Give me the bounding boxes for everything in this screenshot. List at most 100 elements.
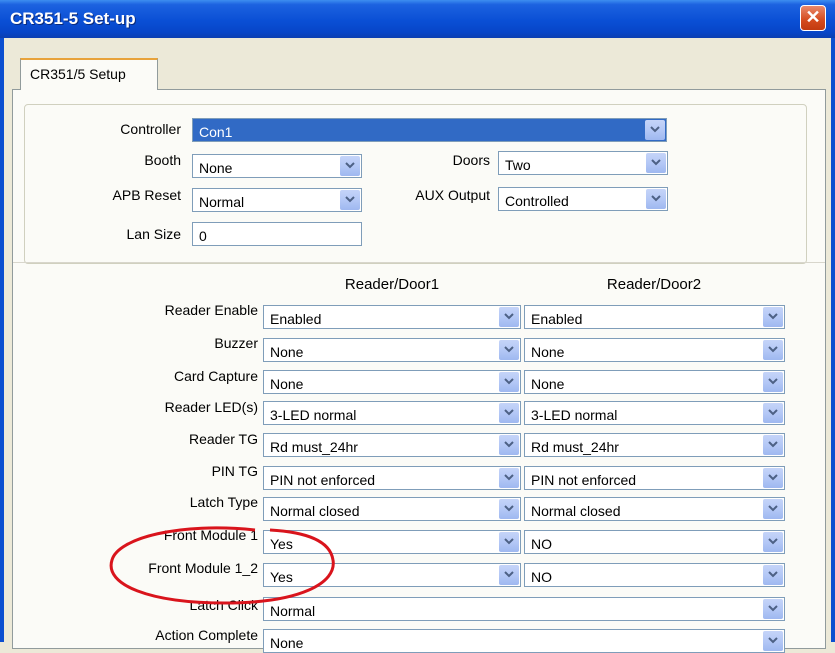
window-title: CR351-5 Set-up <box>10 9 136 28</box>
aux-output-label: AUX Output <box>415 187 490 203</box>
row-label: Front Module 1 <box>163 527 258 543</box>
row-door1-select[interactable]: None <box>263 370 521 394</box>
row-door2-value: PIN not enforced <box>531 472 637 488</box>
chevron-down-icon[interactable] <box>646 189 666 209</box>
column-header-door1: Reader/Door1 <box>344 276 440 293</box>
chevron-down-icon[interactable] <box>340 190 360 210</box>
chevron-down-icon[interactable] <box>499 468 519 488</box>
row-door2-select[interactable]: 3-LED normal <box>524 401 785 425</box>
chevron-down-icon[interactable] <box>763 340 783 360</box>
row-door2-select[interactable]: PIN not enforced <box>524 466 785 490</box>
column-header-door2: Reader/Door2 <box>606 276 702 293</box>
row-door1-value: Rd must_24hr <box>270 439 358 455</box>
latch-click-value: Normal <box>270 603 316 619</box>
row-door1-value: Normal closed <box>270 503 360 519</box>
chevron-down-icon[interactable] <box>763 599 783 619</box>
latch-click-select[interactable]: Normal <box>263 597 785 621</box>
chevron-down-icon[interactable] <box>763 435 783 455</box>
row-door1-select[interactable]: Yes <box>263 563 521 587</box>
booth-label: Booth <box>144 152 181 168</box>
latch-click-label: Latch Click <box>189 597 258 613</box>
row-door2-value: 3-LED normal <box>531 407 618 423</box>
row-label: Reader Enable <box>164 302 258 318</box>
chevron-down-icon[interactable] <box>499 435 519 455</box>
apb-reset-label: APB Reset <box>112 187 181 203</box>
row-label: Buzzer <box>214 335 258 351</box>
doors-value: Two <box>505 157 531 173</box>
title-bar: CR351-5 Set-up ✕ <box>0 0 835 38</box>
row-door2-value: NO <box>531 536 552 552</box>
chevron-down-icon[interactable] <box>645 120 665 140</box>
window-frame-right <box>831 38 835 642</box>
row-door2-select[interactable]: NO <box>524 530 785 554</box>
tab-cr351-setup[interactable]: CR351/5 Setup <box>20 58 158 90</box>
chevron-down-icon[interactable] <box>763 565 783 585</box>
controller-select[interactable]: Con1 <box>192 118 667 142</box>
window-frame-left <box>0 38 4 642</box>
row-door1-select[interactable]: Rd must_24hr <box>263 433 521 457</box>
row-door1-select[interactable]: None <box>263 338 521 362</box>
lan-size-value: 0 <box>199 228 207 244</box>
lan-size-input[interactable]: 0 <box>192 222 362 246</box>
chevron-down-icon[interactable] <box>340 156 360 176</box>
chevron-down-icon[interactable] <box>499 372 519 392</box>
chevron-down-icon[interactable] <box>499 403 519 423</box>
chevron-down-icon[interactable] <box>763 468 783 488</box>
row-door1-value: None <box>270 344 304 360</box>
row-door2-select[interactable]: NO <box>524 563 785 587</box>
chevron-down-icon[interactable] <box>763 499 783 519</box>
row-label: Reader LED(s) <box>164 399 258 415</box>
doors-select[interactable]: Two <box>498 151 668 175</box>
row-door2-value: None <box>531 344 565 360</box>
row-door1-select[interactable]: Yes <box>263 530 521 554</box>
row-door2-value: Rd must_24hr <box>531 439 619 455</box>
row-door2-select[interactable]: Normal closed <box>524 497 785 521</box>
row-door1-value: None <box>270 376 304 392</box>
chevron-down-icon[interactable] <box>763 532 783 552</box>
row-door2-select[interactable]: None <box>524 338 785 362</box>
chevron-down-icon[interactable] <box>763 307 783 327</box>
action-complete-label: Action Complete <box>155 627 258 643</box>
chevron-down-icon[interactable] <box>763 403 783 423</box>
chevron-down-icon[interactable] <box>499 532 519 552</box>
row-door1-value: 3-LED normal <box>270 407 357 423</box>
row-door2-select[interactable]: Enabled <box>524 305 785 329</box>
row-door1-select[interactable]: PIN not enforced <box>263 466 521 490</box>
row-label: Reader TG <box>189 431 258 447</box>
row-door1-value: PIN not enforced <box>270 472 376 488</box>
lan-size-label: Lan Size <box>126 226 181 242</box>
close-icon[interactable]: ✕ <box>800 5 826 31</box>
booth-value: None <box>199 160 233 176</box>
controller-value: Con1 <box>199 124 233 140</box>
separator <box>13 262 825 263</box>
row-door1-value: Yes <box>270 536 293 552</box>
row-door2-select[interactable]: None <box>524 370 785 394</box>
row-door1-select[interactable]: Normal closed <box>263 497 521 521</box>
row-door1-select[interactable]: Enabled <box>263 305 521 329</box>
row-door1-value: Yes <box>270 569 293 585</box>
row-door2-value: None <box>531 376 565 392</box>
chevron-down-icon[interactable] <box>763 631 783 651</box>
row-label: Latch Type <box>189 494 258 510</box>
row-door2-value: Normal closed <box>531 503 621 519</box>
chevron-down-icon[interactable] <box>499 340 519 360</box>
chevron-down-icon[interactable] <box>499 565 519 585</box>
row-door2-value: NO <box>531 569 552 585</box>
action-complete-select[interactable]: None <box>263 629 785 653</box>
booth-select[interactable]: None <box>192 154 362 178</box>
chevron-down-icon[interactable] <box>763 372 783 392</box>
row-door2-select[interactable]: Rd must_24hr <box>524 433 785 457</box>
aux-output-select[interactable]: Controlled <box>498 187 668 211</box>
apb-reset-select[interactable]: Normal <box>192 188 362 212</box>
chevron-down-icon[interactable] <box>499 499 519 519</box>
controller-label: Controller <box>120 121 181 137</box>
chevron-down-icon[interactable] <box>646 153 666 173</box>
row-label: Card Capture <box>173 368 258 384</box>
row-door1-select[interactable]: 3-LED normal <box>263 401 521 425</box>
apb-reset-value: Normal <box>199 194 245 210</box>
row-label: Front Module 1_2 <box>148 560 258 576</box>
chevron-down-icon[interactable] <box>499 307 519 327</box>
row-door2-value: Enabled <box>531 311 583 327</box>
aux-output-value: Controlled <box>505 193 569 209</box>
doors-label: Doors <box>452 152 490 168</box>
